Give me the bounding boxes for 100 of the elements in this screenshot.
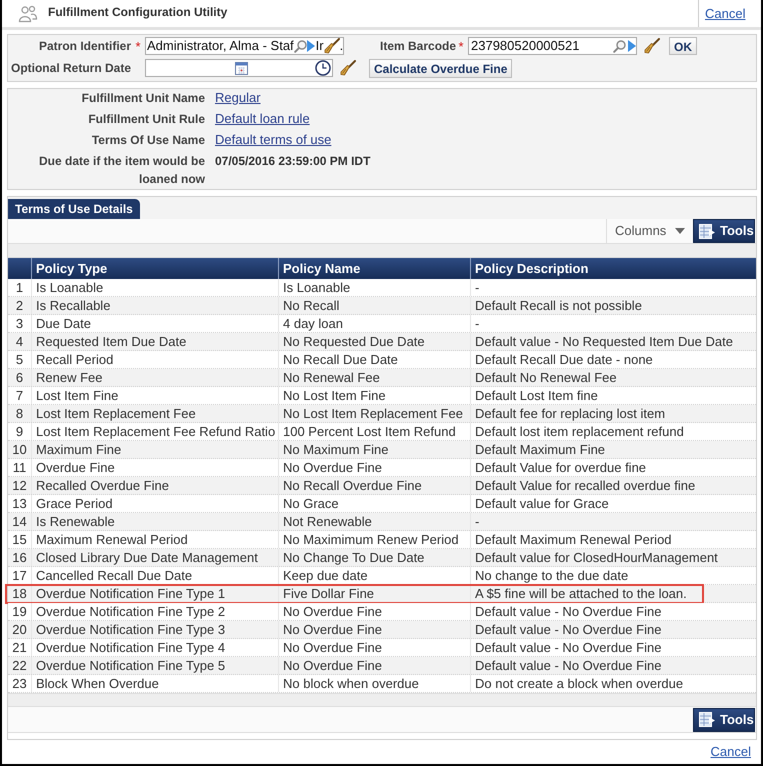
detail-link[interactable]: Default loan rule — [215, 110, 310, 128]
table-cell: 100 Percent Lost Item Refund — [278, 423, 470, 440]
row-number: 22 — [11, 657, 28, 674]
table-cell: Default Maximum Fine — [470, 441, 756, 458]
table-cell: Lost Item Replacement Fee Refund Ratio — [31, 423, 278, 440]
row-number: 14 — [11, 513, 28, 530]
table-cell: Default value - No Overdue Fine — [470, 603, 756, 620]
table-cell: Block When Overdue — [31, 675, 278, 692]
table-cell: Default Recall Due date - none — [470, 351, 756, 368]
item-barcode-field[interactable]: 237980520000521 — [468, 37, 637, 55]
clock-icon[interactable] — [315, 60, 331, 76]
table-cell: Default fee for replacing lost item — [470, 405, 756, 422]
window-title: Fulfillment Configuration Utility — [48, 4, 228, 20]
calculate-overdue-fine-button[interactable]: Calculate Overdue Fine — [369, 58, 512, 78]
table-cell: Default value for ClosedHourManagement — [470, 549, 756, 566]
field-text: . — [340, 37, 344, 56]
table-cell: No Overdue Fine — [278, 621, 470, 638]
row-number: 21 — [11, 639, 28, 656]
table-cell: No Lost Item Replacement Fee — [278, 405, 470, 422]
detail-link[interactable]: Default terms of use — [215, 131, 332, 149]
table-cell: No Recall — [278, 297, 470, 314]
field-label: Patron Identifier — [38, 38, 131, 55]
field-label: Optional Return Date — [10, 60, 131, 77]
table-cell: Not Renewable — [278, 513, 470, 530]
row-number: 1 — [14, 279, 24, 296]
table-cell: Default Lost Item fine — [470, 387, 756, 404]
row-number: 13 — [11, 495, 28, 512]
table-cell: Recall Period — [31, 351, 278, 368]
row-number: 6 — [14, 369, 24, 386]
table-cell: No Recall Due Date — [278, 351, 470, 368]
table-cell: No Change To Due Date — [278, 549, 470, 566]
table-cell: No Maximum Fine — [278, 441, 470, 458]
search-icon[interactable] — [294, 40, 307, 52]
detail-label: Terms Of Use Name — [90, 132, 205, 149]
table-cell: Default value - No Requested Item Due Date — [470, 333, 756, 350]
patron-identifier-field[interactable]: Administrator, Alma - Staf Ir . — [145, 37, 344, 55]
table-cell: No block when overdue — [278, 675, 470, 692]
broom-icon[interactable] — [340, 60, 356, 76]
row-number: 7 — [14, 387, 24, 404]
row-number: 15 — [11, 531, 28, 548]
table-cell: Is Renewable — [31, 513, 278, 530]
table-cell: Overdue Notification Fine Type 1 — [31, 585, 278, 602]
table-cell: Default value - No Overdue Fine — [470, 639, 756, 656]
table-cell: No Lost Item Fine — [278, 387, 470, 404]
cancel-link[interactable]: Cancel — [705, 4, 746, 24]
return-date-field[interactable] — [145, 59, 333, 77]
row-number: 4 — [14, 333, 24, 350]
table-cell: Recalled Overdue Fine — [31, 477, 278, 494]
search-icon[interactable] — [613, 40, 626, 52]
detail-label: Due date if the item would be loaned now — [38, 153, 205, 188]
broom-icon[interactable] — [644, 38, 660, 54]
table-cell: No Overdue Fine — [278, 459, 470, 476]
tab[interactable]: Terms of Use Details — [8, 199, 140, 219]
required-asterisk: * — [458, 40, 464, 52]
table-cell: - — [470, 513, 756, 530]
detail-value: 07/05/2016 23:59:00 PM IDT — [215, 153, 370, 170]
play-icon[interactable] — [306, 40, 315, 52]
table-cell: Overdue Fine — [31, 459, 278, 476]
table-cell: Default Value for recalled overdue fine — [470, 477, 756, 494]
table-cell: Requested Item Due Date — [31, 333, 278, 350]
row-number: 2 — [14, 297, 24, 314]
broom-icon[interactable] — [324, 38, 340, 54]
table-cell: Due Date — [31, 315, 278, 332]
row-number: 12 — [11, 477, 28, 494]
tools-button[interactable]: Tools — [693, 708, 755, 732]
detail-link[interactable]: Regular — [215, 89, 261, 107]
row-number: 17 — [11, 567, 28, 584]
table-cell: Is Loanable — [278, 279, 470, 296]
row-number: 19 — [11, 603, 28, 620]
table-cell: Default No Renewal Fee — [470, 369, 756, 386]
table-cell: Grace Period — [31, 495, 278, 512]
required-asterisk: * — [135, 40, 141, 52]
row-number: 23 — [11, 675, 28, 692]
table-cell: No Overdue Fine — [278, 639, 470, 656]
field-text: Ir — [316, 37, 324, 56]
table-cell: No Recall Overdue Fine — [278, 477, 470, 494]
detail-label: Fulfillment Unit Rule — [87, 111, 205, 128]
table-cell: Do not create a block when overdue — [470, 675, 756, 692]
table-cell: Five Dollar Fine — [278, 585, 470, 602]
table-cell: No Overdue Fine — [278, 603, 470, 620]
table-icon — [699, 712, 715, 727]
tools-button[interactable]: Tools — [693, 219, 755, 243]
row-number: 18 — [11, 585, 28, 602]
table-cell: Default Value for overdue fine — [470, 459, 756, 476]
row-number: 8 — [14, 405, 24, 422]
table-cell: Lost Item Replacement Fee — [31, 405, 278, 422]
table-cell: Default value - No Overdue Fine — [470, 621, 756, 638]
ok-button[interactable]: OK — [669, 37, 697, 55]
calendar-icon[interactable] — [235, 62, 248, 74]
play-icon[interactable] — [628, 40, 636, 52]
row-number: 3 — [14, 315, 24, 332]
cancel-link[interactable]: Cancel — [710, 742, 751, 762]
row-number: 9 — [14, 423, 24, 440]
table-cell: Is Loanable — [31, 279, 278, 296]
row-number: 20 — [11, 621, 28, 638]
table-cell: Overdue Notification Fine Type 3 — [31, 621, 278, 638]
table-cell: No Maximimum Renew Period — [278, 531, 470, 548]
table-cell: Default value for Grace — [470, 495, 756, 512]
table-cell: Cancelled Recall Due Date — [31, 567, 278, 584]
table-cell: Default Maximum Renewal Period — [470, 531, 756, 548]
